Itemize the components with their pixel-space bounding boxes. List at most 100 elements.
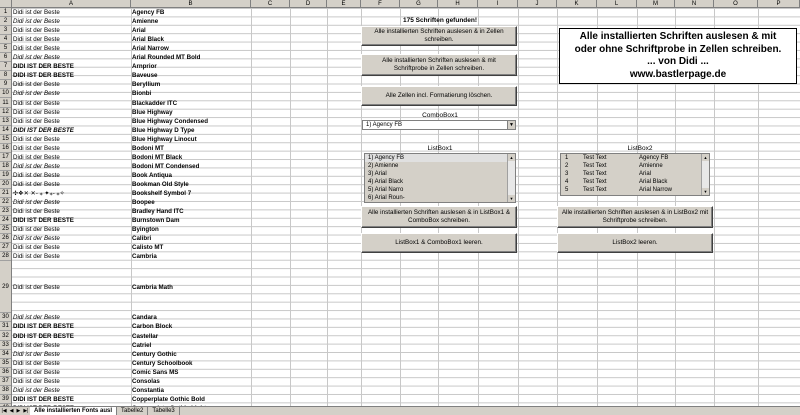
listbox1-item[interactable]: 2) Amienne <box>365 162 515 170</box>
font-sample-cell[interactable]: Didi ist der Beste <box>13 243 131 252</box>
listbox1-item[interactable]: 5) Arial Narro <box>365 186 515 194</box>
row-header[interactable]: 11 <box>0 99 11 108</box>
font-name-cell[interactable]: Blue Highway Linocut <box>132 135 250 144</box>
font-sample-cell[interactable]: Didi ist der Beste <box>13 341 131 350</box>
font-sample-cell[interactable]: Didi ist der Beste <box>13 153 131 162</box>
font-sample-cell[interactable]: DIDI IST DER BESTE <box>13 332 131 341</box>
scroll-up-icon[interactable]: ▲ <box>508 154 515 161</box>
font-sample-cell[interactable]: Didi ist der Beste <box>13 368 131 377</box>
font-name-cell[interactable]: Cambria Math <box>132 261 250 313</box>
row-header[interactable]: 23 <box>0 207 11 217</box>
font-sample-cell[interactable]: Didi ist der Beste <box>13 252 131 261</box>
font-name-cell[interactable]: Agency FB <box>132 8 250 17</box>
listbox2-item[interactable]: 5 Test Text Arial Narrow <box>561 186 709 194</box>
font-sample-cell[interactable]: Didi ist der Beste <box>13 117 131 126</box>
row-header[interactable]: 14 <box>0 126 11 135</box>
row-header[interactable]: 18 <box>0 162 11 171</box>
font-sample-cell[interactable]: Didi ist der Beste <box>13 144 131 153</box>
font-sample-cell[interactable]: Didi ist der Beste <box>13 44 131 53</box>
font-sample-cell[interactable]: Didi ist der Beste <box>13 53 131 62</box>
row-header[interactable]: 10 <box>0 89 11 99</box>
column-header-o[interactable]: O <box>714 0 758 8</box>
font-sample-cell[interactable]: Didi ist der Beste <box>13 35 131 44</box>
scroll-down-icon[interactable]: ▼ <box>702 188 709 195</box>
font-sample-cell[interactable]: Didi ist der Beste <box>13 17 131 26</box>
column-header-d[interactable]: D <box>290 0 327 8</box>
row-header[interactable]: 21 <box>0 189 11 199</box>
column-header-b[interactable]: B <box>131 0 251 8</box>
font-name-cell[interactable]: Blue Highway Condensed <box>132 117 250 126</box>
column-header-n[interactable]: N <box>675 0 714 8</box>
row-header[interactable]: 13 <box>0 117 11 126</box>
first-tab-icon[interactable]: |◀ <box>1 408 6 414</box>
column-header-k[interactable]: K <box>557 0 597 8</box>
read-listbox2-button[interactable]: Alle installierten Schriften auslesen & … <box>557 206 713 228</box>
tab-navigation[interactable]: |◀ ◀ ▶ ▶| <box>0 408 30 414</box>
font-name-cell[interactable]: Beryllium <box>132 80 250 89</box>
column-header-e[interactable]: E <box>327 0 361 8</box>
row-header[interactable]: 38 <box>0 386 11 395</box>
font-name-cell[interactable]: Blackadder ITC <box>132 99 250 108</box>
font-sample-cell[interactable]: Didi ist der Beste <box>13 207 131 216</box>
font-name-cell[interactable]: Bradley Hand ITC <box>132 207 250 216</box>
read-all-button[interactable]: Alle installierten Schriften auslesen & … <box>361 26 517 46</box>
row-header[interactable]: 3 <box>0 26 11 36</box>
font-name-cell[interactable]: Bodoni MT Condensed <box>132 162 250 171</box>
row-header[interactable]: 34 <box>0 350 11 359</box>
next-tab-icon[interactable]: ▶ <box>16 408 20 414</box>
row-header[interactable]: 24 <box>0 216 11 226</box>
column-header-g[interactable]: G <box>400 0 438 8</box>
row-header[interactable]: 29 <box>0 261 11 314</box>
font-name-cell[interactable]: Carbon Block <box>132 322 250 331</box>
column-header-l[interactable]: L <box>597 0 637 8</box>
font-name-cell[interactable]: Bodoni MT Black <box>132 153 250 162</box>
row-header[interactable]: 26 <box>0 234 11 244</box>
font-sample-cell[interactable]: DIDI IST DER BESTE <box>13 216 131 225</box>
font-name-cell[interactable]: Cambria <box>132 252 250 261</box>
font-sample-cell[interactable]: ✣❖✕ ✕- ⁎ ✦⁎- ⁎✧ <box>13 189 131 198</box>
row-header[interactable]: 8 <box>0 71 11 81</box>
column-header-f[interactable]: F <box>361 0 400 8</box>
font-sample-cell[interactable]: Didi ist der Beste <box>13 89 131 98</box>
row-header[interactable]: 39 <box>0 395 11 404</box>
column-header-c[interactable]: C <box>251 0 290 8</box>
row-header[interactable]: 12 <box>0 108 11 117</box>
column-header-a[interactable]: A <box>12 0 131 8</box>
prev-tab-icon[interactable]: ◀ <box>10 408 14 414</box>
font-sample-cell[interactable]: Didi ist der Beste <box>13 350 131 359</box>
font-sample-cell[interactable]: Didi ist der Beste <box>13 8 131 17</box>
clear-listbox1-combo-button[interactable]: ListBox1 & ComboBox1 leeren. <box>361 233 517 253</box>
scroll-down-icon[interactable]: ▼ <box>508 195 515 202</box>
row-header[interactable]: 36 <box>0 368 11 377</box>
font-sample-cell[interactable]: DIDI IST DER BESTE <box>13 126 131 135</box>
column-header-i[interactable]: I <box>478 0 518 8</box>
listbox1[interactable]: 1) Agency FB 2) Amienne 3) Arial 4) Arial B… <box>364 153 516 203</box>
font-name-cell[interactable]: Arial Rounded MT Bold <box>132 53 250 62</box>
font-sample-cell[interactable]: DIDI IST DER BESTE <box>13 322 131 331</box>
listbox2-scrollbar[interactable]: ▲ ▼ <box>701 154 709 195</box>
font-name-cell[interactable]: Bionbi <box>132 89 250 98</box>
font-sample-cell[interactable]: DIDI IST DER BESTE <box>13 62 131 71</box>
row-header[interactable]: 5 <box>0 44 11 54</box>
clear-listbox2-button[interactable]: ListBox2 leeren. <box>557 233 713 253</box>
font-name-cell[interactable]: Copperplate Gothic Bold <box>132 395 250 404</box>
font-sample-cell[interactable]: Didi ist der Beste <box>13 171 131 180</box>
font-sample-cell[interactable]: Didi ist der Beste <box>13 26 131 35</box>
font-sample-cell[interactable]: Didi ist der Beste <box>13 135 131 144</box>
font-name-cell[interactable]: Consolas <box>132 377 250 386</box>
font-name-cell[interactable]: Arial Narrow <box>132 44 250 53</box>
scroll-up-icon[interactable]: ▲ <box>702 154 709 161</box>
row-header[interactable]: 35 <box>0 359 11 368</box>
font-name-cell[interactable]: Comic Sans MS <box>132 368 250 377</box>
font-name-cell[interactable]: Bookshelf Symbol 7 <box>132 189 250 198</box>
row-header[interactable]: 19 <box>0 171 11 180</box>
row-header[interactable]: 20 <box>0 180 11 189</box>
font-sample-cell[interactable]: Didi ist der Beste <box>13 359 131 368</box>
font-name-cell[interactable]: Century Schoolbook <box>132 359 250 368</box>
font-sample-cell[interactable]: Didi ist der Beste <box>13 99 131 108</box>
font-name-cell[interactable]: Book Antiqua <box>132 171 250 180</box>
font-name-cell[interactable]: Byington <box>132 225 250 234</box>
font-name-cell[interactable]: Calisto MT <box>132 243 250 252</box>
font-sample-cell[interactable]: Didi ist der Beste <box>13 162 131 171</box>
last-tab-icon[interactable]: ▶| <box>23 408 28 414</box>
